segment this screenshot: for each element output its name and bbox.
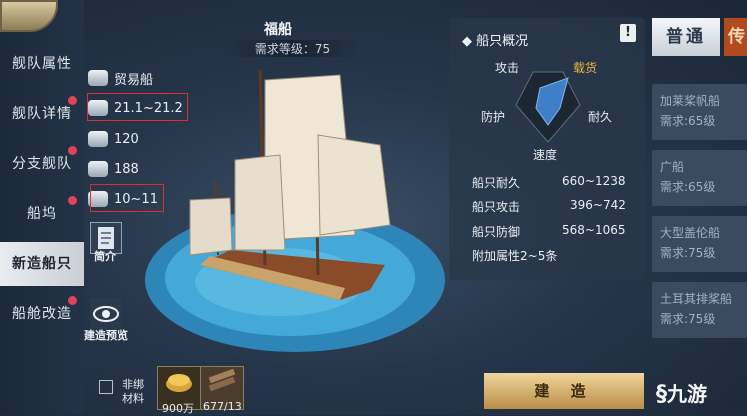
list-item[interactable]: 广船 需求:65级 bbox=[652, 150, 747, 206]
gold-amount: 900万 bbox=[162, 402, 194, 415]
ship-capacity-value: 120 bbox=[114, 131, 139, 147]
wood-planks-icon bbox=[208, 368, 236, 392]
notification-dot bbox=[68, 96, 77, 105]
gold-coins-icon bbox=[166, 374, 192, 392]
notification-dot bbox=[68, 146, 77, 155]
stat-row-value: 568~1065 bbox=[562, 223, 626, 237]
stat-row-label: 船只攻击 bbox=[472, 200, 521, 214]
radar-label-attack: 攻击 bbox=[495, 61, 520, 75]
build-preview-label: 建造预览 bbox=[84, 329, 128, 342]
build-preview-button[interactable] bbox=[90, 298, 122, 330]
build-button[interactable]: 建 造 bbox=[484, 373, 644, 409]
stats-radar-chart bbox=[515, 71, 581, 143]
wood-amount: 677/13 bbox=[203, 400, 242, 413]
stat-row-label: 船只耐久 bbox=[472, 176, 521, 190]
stat-row-value: 660~1238 bbox=[562, 174, 626, 188]
tab-normal[interactable]: 普通 bbox=[652, 18, 720, 56]
stat-row-value: 396~742 bbox=[570, 198, 626, 212]
ship-capacity-stat: 120 bbox=[88, 127, 139, 151]
info-button[interactable]: ! bbox=[620, 24, 636, 42]
ship-crew-value: 188 bbox=[114, 161, 139, 177]
radar-label-durability: 耐久 bbox=[588, 110, 613, 124]
tab-legendary-label: 传 bbox=[728, 27, 745, 47]
list-item-requirement: 需求:75级 bbox=[660, 312, 716, 326]
notification-dot bbox=[68, 296, 77, 305]
list-item-name: 加莱桨帆船 bbox=[660, 94, 721, 108]
watermark-logo: §九游 bbox=[656, 378, 707, 407]
overview-title-text: 船只概况 bbox=[476, 34, 529, 49]
ship-crew-stat: 188 bbox=[88, 157, 139, 181]
notification-dot bbox=[68, 196, 77, 205]
list-item-requirement: 需求:65级 bbox=[660, 180, 716, 194]
list-item[interactable]: 大型盖伦船 需求:75级 bbox=[652, 216, 747, 272]
rear-sail bbox=[189, 197, 233, 256]
radar-label-defense: 防护 bbox=[481, 110, 506, 124]
fore-sail bbox=[317, 134, 391, 236]
radar-label-cargo: 载货 bbox=[573, 61, 598, 75]
stat-row-label: 船只防御 bbox=[472, 225, 521, 239]
eye-icon bbox=[93, 306, 119, 322]
tab-legendary[interactable]: 传 bbox=[724, 18, 747, 56]
list-item-name: 大型盖伦船 bbox=[660, 226, 721, 240]
overview-title: ◆ 船只概况 bbox=[462, 34, 529, 49]
list-item-requirement: 需求:75级 bbox=[660, 246, 716, 260]
trade-ship-icon bbox=[88, 70, 108, 86]
sidebar: 舰队属性 舰队详情 分支舰队 船坞 新造船只 船舱改造 bbox=[0, 0, 84, 415]
list-item[interactable]: 加莱桨帆船 需求:65级 bbox=[652, 84, 747, 140]
cargo-icon bbox=[88, 131, 108, 147]
list-item[interactable]: 土耳其排桨船 需求:75级 bbox=[652, 282, 747, 338]
list-item-name: 广船 bbox=[660, 160, 685, 174]
list-item-requirement: 需求:65级 bbox=[660, 114, 716, 128]
radar-label-speed: 速度 bbox=[533, 148, 558, 162]
intro-label: 简介 bbox=[94, 250, 116, 263]
sidebar-item-fleet-attributes[interactable]: 舰队属性 bbox=[0, 42, 84, 86]
unbound-material-checkbox[interactable] bbox=[99, 380, 113, 394]
list-item-name: 土耳其排桨船 bbox=[660, 292, 733, 306]
extra-attributes: 附加属性2~5条 bbox=[472, 249, 558, 263]
player-avatar[interactable] bbox=[0, 0, 58, 32]
mid-sail bbox=[234, 154, 286, 251]
sailor-icon bbox=[88, 161, 108, 177]
ship-3d-view[interactable] bbox=[140, 50, 450, 370]
ship-name: 福船 bbox=[264, 22, 292, 38]
material-label: 材料 bbox=[122, 392, 144, 405]
watermark-text: 九游 bbox=[667, 382, 707, 406]
sidebar-item-new-ship[interactable]: 新造船只 bbox=[0, 242, 84, 286]
jiuyou-logo-icon: § bbox=[656, 382, 667, 407]
